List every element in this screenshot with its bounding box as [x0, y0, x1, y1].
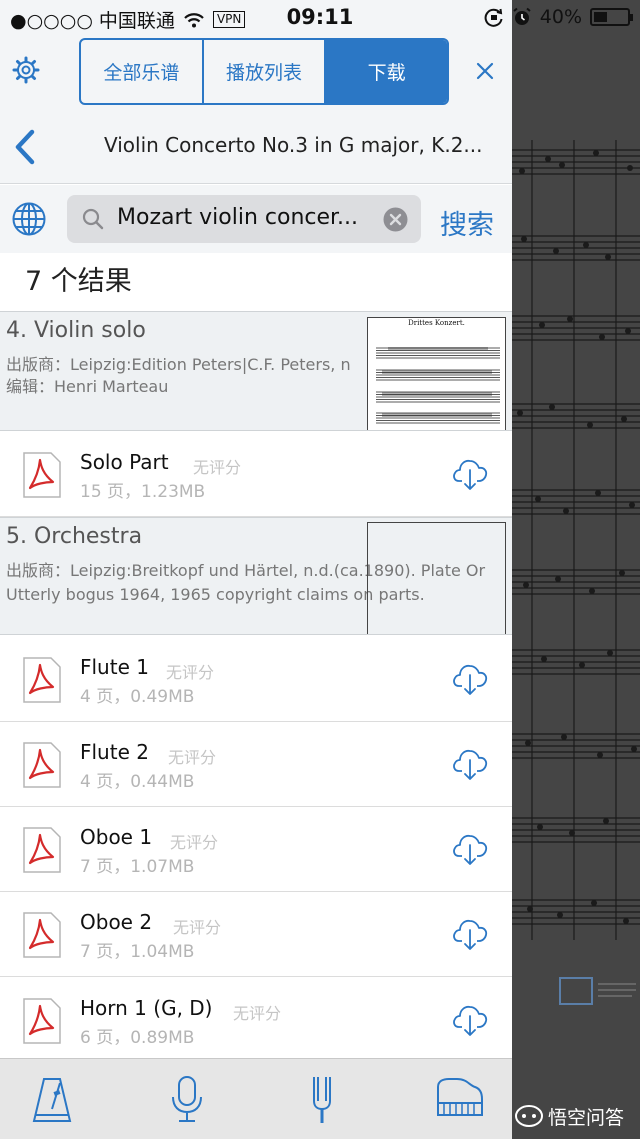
download-cloud-icon[interactable]: [451, 1000, 489, 1038]
part-name: Solo Part: [80, 450, 169, 474]
pdf-icon: [23, 912, 61, 958]
rating-label: 无评分: [168, 748, 217, 767]
close-icon[interactable]: [474, 60, 496, 82]
status-bar: ●○○○○ 中国联通 VPN 09:11 40%: [0, 0, 640, 36]
alarm-icon: [513, 7, 531, 25]
work-publisher: 出版商：Leipzig:Edition Peters|C.F. Peters, …: [6, 355, 351, 374]
work-title: 4. Violin solo: [6, 318, 146, 343]
work-note: Utterly bogus 1964, 1965 copyright claim…: [6, 585, 425, 604]
search-button[interactable]: 搜索: [440, 203, 494, 242]
search-icon: [82, 208, 104, 230]
download-cloud-icon[interactable]: [451, 914, 489, 952]
segmented-control: 全部乐谱 播放列表 下载: [79, 38, 449, 105]
rotation-lock-icon: [484, 8, 503, 27]
part-meta: 7 页，1.04MB: [80, 942, 195, 962]
part-row[interactable]: Oboe 1 无评分 7 页，1.07MB: [0, 807, 512, 892]
part-meta: 7 页，1.07MB: [80, 857, 195, 877]
globe-icon[interactable]: [11, 201, 47, 237]
part-row[interactable]: Oboe 2 无评分 7 页，1.04MB: [0, 892, 512, 977]
part-name: Oboe 1: [80, 825, 153, 849]
work-header[interactable]: 5. Orchestra 出版商：Leipzig:Breitkopf und H…: [0, 517, 512, 635]
pdf-icon: [23, 998, 61, 1044]
search-row: Mozart violin concer... 搜索: [0, 185, 512, 253]
bottom-toolbar: [0, 1058, 512, 1139]
part-name: Flute 2: [80, 740, 149, 764]
rating-label: 无评分: [233, 1004, 282, 1023]
pdf-icon: [23, 452, 61, 498]
gear-icon[interactable]: [12, 56, 40, 84]
tuning-fork-icon[interactable]: [297, 1075, 347, 1125]
part-name: Horn 1 (G, D): [80, 996, 213, 1020]
piano-icon[interactable]: [435, 1075, 485, 1125]
search-input[interactable]: Mozart violin concer...: [67, 195, 421, 243]
pdf-icon: [23, 657, 61, 703]
rating-label: 无评分: [173, 918, 222, 937]
pdf-icon: [23, 742, 61, 788]
battery-percent: 40%: [539, 6, 582, 28]
tab-playlist[interactable]: 播放列表: [204, 40, 327, 103]
part-row[interactable]: Flute 1 无评分 4 页，0.49MB: [0, 637, 512, 722]
wukong-logo-icon: [515, 1105, 543, 1127]
part-row[interactable]: Solo Part 无评分 15 页，1.23MB: [0, 432, 512, 517]
thumbnail-title: Drittes Konzert.: [408, 319, 465, 327]
back-arrow-icon[interactable]: [12, 128, 38, 166]
battery-icon: [590, 8, 633, 26]
page-title: Violin Concerto No.3 in G major, K.2...: [104, 133, 483, 157]
download-cloud-icon[interactable]: [451, 829, 489, 867]
watermark-text: 悟空问答: [548, 1106, 625, 1129]
work-header[interactable]: 4. Violin solo 出版商：Leipzig:Edition Peter…: [0, 311, 512, 431]
tab-all-scores[interactable]: 全部乐谱: [81, 40, 204, 103]
score-thumbnail[interactable]: [367, 522, 506, 634]
part-meta: 4 页，0.44MB: [80, 772, 195, 792]
pdf-icon: [23, 827, 61, 873]
rating-label: 无评分: [170, 833, 219, 852]
results-count: 7 个结果: [25, 266, 132, 297]
part-row[interactable]: Horn 1 (G, D) 无评分 6 页，0.89MB: [0, 978, 512, 1063]
microphone-icon[interactable]: [162, 1075, 212, 1125]
clear-icon[interactable]: [383, 207, 408, 232]
rating-label: 无评分: [166, 663, 215, 682]
part-meta: 6 页，0.89MB: [80, 1028, 195, 1048]
download-cloud-icon[interactable]: [451, 744, 489, 782]
part-meta: 4 页，0.49MB: [80, 687, 195, 707]
download-cloud-icon[interactable]: [451, 454, 489, 492]
main-panel: 全部乐谱 播放列表 下载 Violin Concerto No.3 in G m…: [0, 0, 512, 1139]
metronome-icon[interactable]: [27, 1075, 77, 1125]
part-name: Flute 1: [80, 655, 149, 679]
download-cloud-icon[interactable]: [451, 659, 489, 697]
work-title: 5. Orchestra: [6, 524, 143, 549]
rating-label: 无评分: [193, 458, 242, 477]
tab-download[interactable]: 下载: [326, 40, 447, 103]
part-row[interactable]: Flute 2 无评分 4 页，0.44MB: [0, 722, 512, 807]
search-query: Mozart violin concer...: [117, 205, 359, 230]
part-meta: 15 页，1.23MB: [80, 482, 206, 502]
watermark: 悟空问答: [512, 1096, 640, 1136]
part-name: Oboe 2: [80, 910, 153, 934]
score-thumbnail[interactable]: Drittes Konzert.: [367, 317, 506, 430]
work-editor: 编辑：Henri Marteau: [6, 377, 169, 396]
background-score: [512, 0, 640, 1139]
